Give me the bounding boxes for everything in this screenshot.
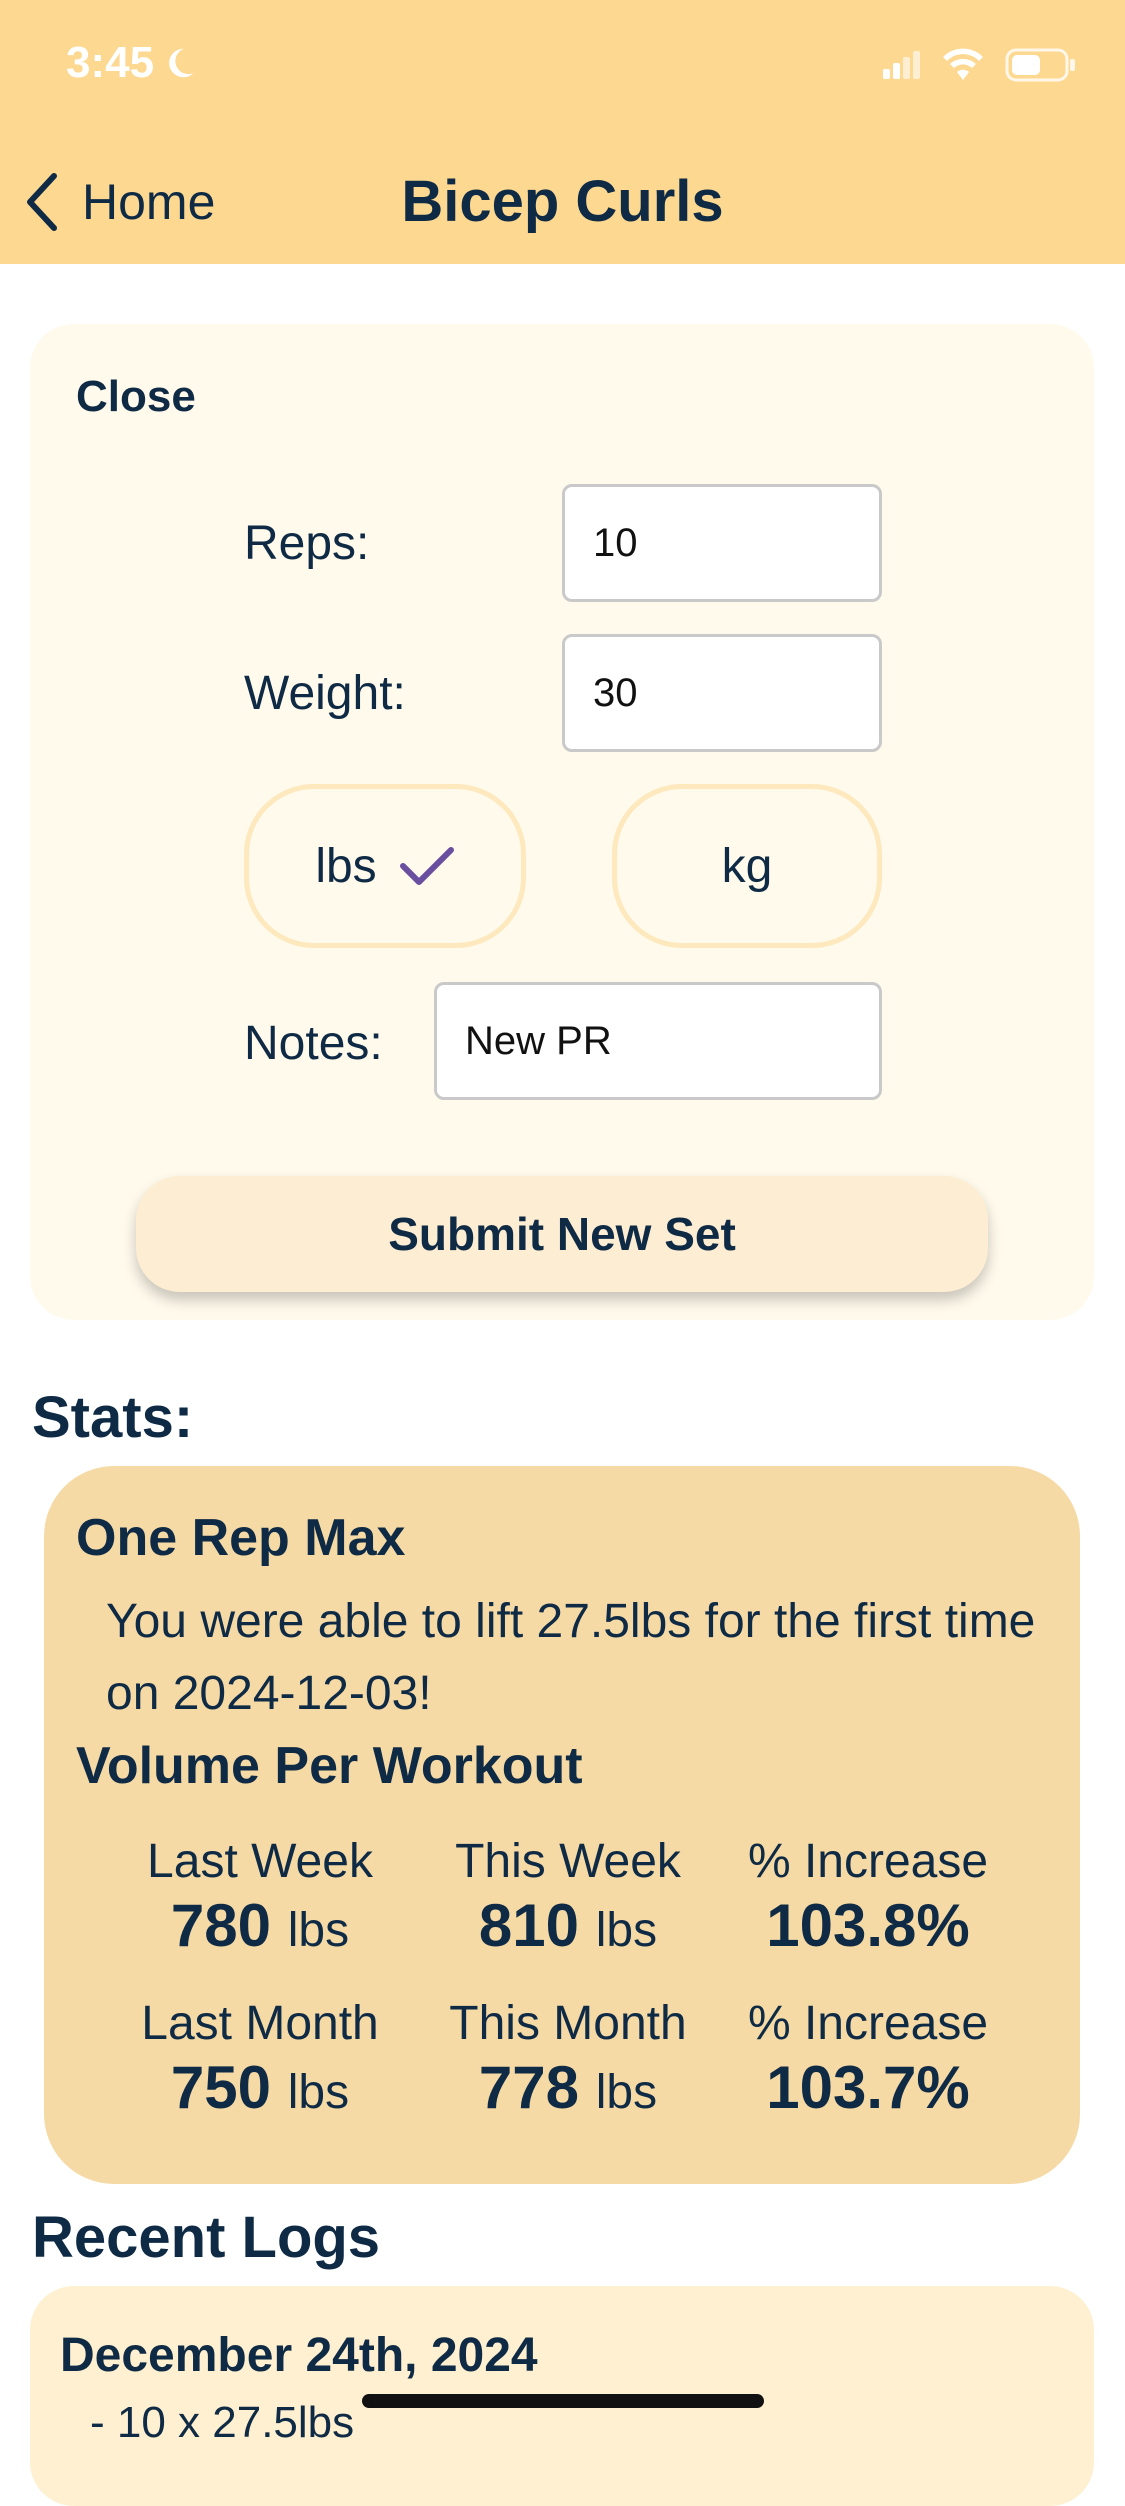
vol-unit: lbs	[595, 2066, 658, 2119]
reps-input[interactable]: 10	[562, 484, 882, 602]
volume-last-week: Last Week 780 lbs	[110, 1834, 410, 1960]
unit-lbs-label: lbs	[315, 839, 377, 893]
vol-value: 750 lbs	[110, 2053, 410, 2122]
status-time-text: 3:45	[66, 38, 155, 87]
vol-unit: lbs	[595, 1904, 658, 1957]
notes-input[interactable]: New PR	[434, 982, 882, 1100]
weight-label: Weight:	[244, 667, 406, 720]
cellular-signal-icon	[883, 51, 920, 79]
reps-label: Reps:	[244, 517, 370, 570]
vol-label: % Increase	[747, 1997, 989, 2050]
submit-new-set-button[interactable]: Submit New Set	[136, 1176, 988, 1292]
wifi-icon	[943, 48, 983, 80]
weight-input[interactable]: 30	[562, 634, 882, 752]
log-entry: - 10 x 27.5lbs	[90, 2398, 355, 2447]
status-icons	[881, 48, 1077, 82]
vol-value: 103.8%	[766, 1892, 970, 1959]
volume-this-month: This Month 778 lbs	[418, 1996, 718, 2122]
notes-label: Notes:	[244, 1017, 383, 1070]
vol-number: 780	[170, 1892, 272, 1959]
vol-label: Last Month	[141, 1997, 379, 2050]
volume-month-increase: % Increase 103.7%	[718, 1996, 1018, 2122]
stats-heading: Stats:	[32, 1385, 194, 1450]
stats-card: One Rep Max You were able to lift 27.5lb…	[44, 1466, 1080, 2184]
log-date: December 24th, 2024	[60, 2329, 538, 2382]
volume-week-increase: % Increase 103.8%	[718, 1834, 1018, 1960]
chevron-left-icon	[27, 173, 57, 231]
vol-label: This Week	[455, 1835, 681, 1888]
one-rep-max-text: You were able to lift 27.5lbs for the fi…	[106, 1595, 1036, 1720]
vol-value: 103.7%	[766, 2054, 970, 2121]
nav-bar: Bicep Curls Home	[0, 140, 1125, 264]
vol-value: 810 lbs	[418, 1891, 718, 1960]
vol-value: 780 lbs	[110, 1891, 410, 1960]
volume-this-week: This Week 810 lbs	[418, 1834, 718, 1960]
recent-logs-heading: Recent Logs	[32, 2205, 381, 2270]
status-time: 3:45	[66, 38, 198, 88]
home-indicator[interactable]	[362, 2394, 764, 2408]
back-button-label: Home	[82, 174, 216, 230]
unit-kg-label: kg	[721, 839, 773, 893]
vol-label: This Month	[449, 1997, 687, 2050]
unit-kg-button[interactable]: kg	[612, 784, 882, 948]
vol-number: 810	[478, 1892, 580, 1959]
volume-title: Volume Per Workout	[76, 1737, 583, 1795]
vol-label: % Increase	[747, 1835, 989, 1888]
vol-number: 778	[478, 2054, 580, 2121]
checkmark-icon	[399, 847, 454, 885]
vol-unit: lbs	[287, 1904, 350, 1957]
back-button[interactable]: Home	[22, 140, 215, 264]
one-rep-max-title: One Rep Max	[76, 1509, 406, 1567]
vol-unit: lbs	[287, 2066, 350, 2119]
vol-value: 778 lbs	[418, 2053, 718, 2122]
close-button[interactable]: Close	[76, 372, 196, 422]
moon-icon	[169, 48, 194, 78]
status-bar: 3:45	[0, 0, 1125, 140]
volume-last-month: Last Month 750 lbs	[110, 1996, 410, 2122]
unit-lbs-button[interactable]: lbs	[244, 784, 526, 948]
new-set-form: Close Reps: 10 Weight: 30 lbs kg Notes: …	[30, 324, 1094, 1320]
vol-label: Last Week	[147, 1835, 373, 1888]
vol-number: 750	[170, 2054, 272, 2121]
battery-icon	[1005, 48, 1075, 82]
